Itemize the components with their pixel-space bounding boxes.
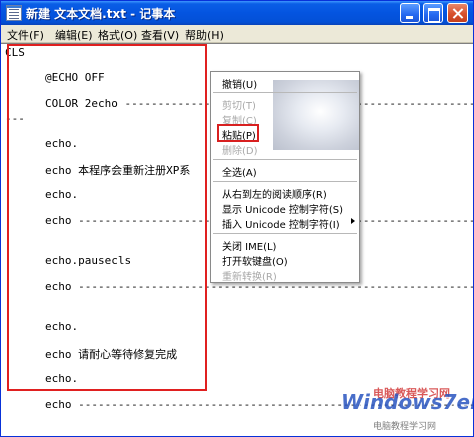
- selection-highlight-box: [7, 44, 207, 391]
- context-menu: 撤销(U) 剪切(T) 复制(C) 粘贴(P) 删除(D) 全选(A) 从右到左…: [210, 71, 360, 283]
- menu-item-soft-keyboard[interactable]: 打开软键盘(O): [222, 253, 288, 268]
- watermark-bottom-text: 电脑教程学习网: [373, 422, 437, 432]
- menu-file[interactable]: 文件(F): [7, 27, 44, 43]
- paste-highlight-box: [217, 124, 259, 142]
- menu-item-undo[interactable]: 撤销(U): [222, 76, 257, 91]
- minimize-icon[interactable]: [400, 3, 420, 23]
- menu-item-show-unicode[interactable]: 显示 Unicode 控制字符(S): [222, 201, 343, 216]
- menu-item-close-ime[interactable]: 关闭 IME(L): [222, 238, 276, 253]
- menu-glow-decoration: [273, 80, 359, 150]
- notepad-window: 新建 文本文档.txt - 记事本 文件(F) 编辑(E) 格式(O) 查看(V…: [0, 0, 474, 437]
- menu-separator: [213, 233, 357, 234]
- menu-format[interactable]: 格式(O): [98, 27, 137, 43]
- menu-item-insert-unicode[interactable]: 插入 Unicode 控制字符(I): [222, 216, 340, 231]
- chevron-right-icon: [351, 218, 355, 224]
- menu-item-delete: 删除(D): [222, 146, 258, 157]
- menu-separator: [213, 92, 357, 93]
- window-title: 新建 文本文档.txt - 记事本: [26, 7, 176, 21]
- notepad-icon[interactable]: [6, 5, 22, 21]
- title-bar[interactable]: 新建 文本文档.txt - 记事本: [1, 1, 473, 25]
- menu-item-rtl-reading[interactable]: 从右到左的阅读顺序(R): [222, 186, 327, 201]
- menu-help[interactable]: 帮助(H): [185, 27, 224, 43]
- menu-item-cut: 剪切(T): [222, 101, 256, 112]
- maximize-icon[interactable]: [423, 3, 443, 23]
- menu-edit[interactable]: 编辑(E): [55, 27, 93, 43]
- menu-view[interactable]: 查看(V): [141, 27, 179, 43]
- menu-item-reconvert: 重新转换(R): [222, 272, 277, 283]
- menu-bar: 文件(F) 编辑(E) 格式(O) 查看(V) 帮助(H): [1, 25, 473, 43]
- menu-separator: [213, 159, 357, 160]
- close-icon[interactable]: [447, 3, 468, 23]
- watermark-brand: Windows7en.com: [341, 390, 473, 414]
- menu-separator: [213, 181, 357, 182]
- menu-item-select-all[interactable]: 全选(A): [222, 164, 257, 179]
